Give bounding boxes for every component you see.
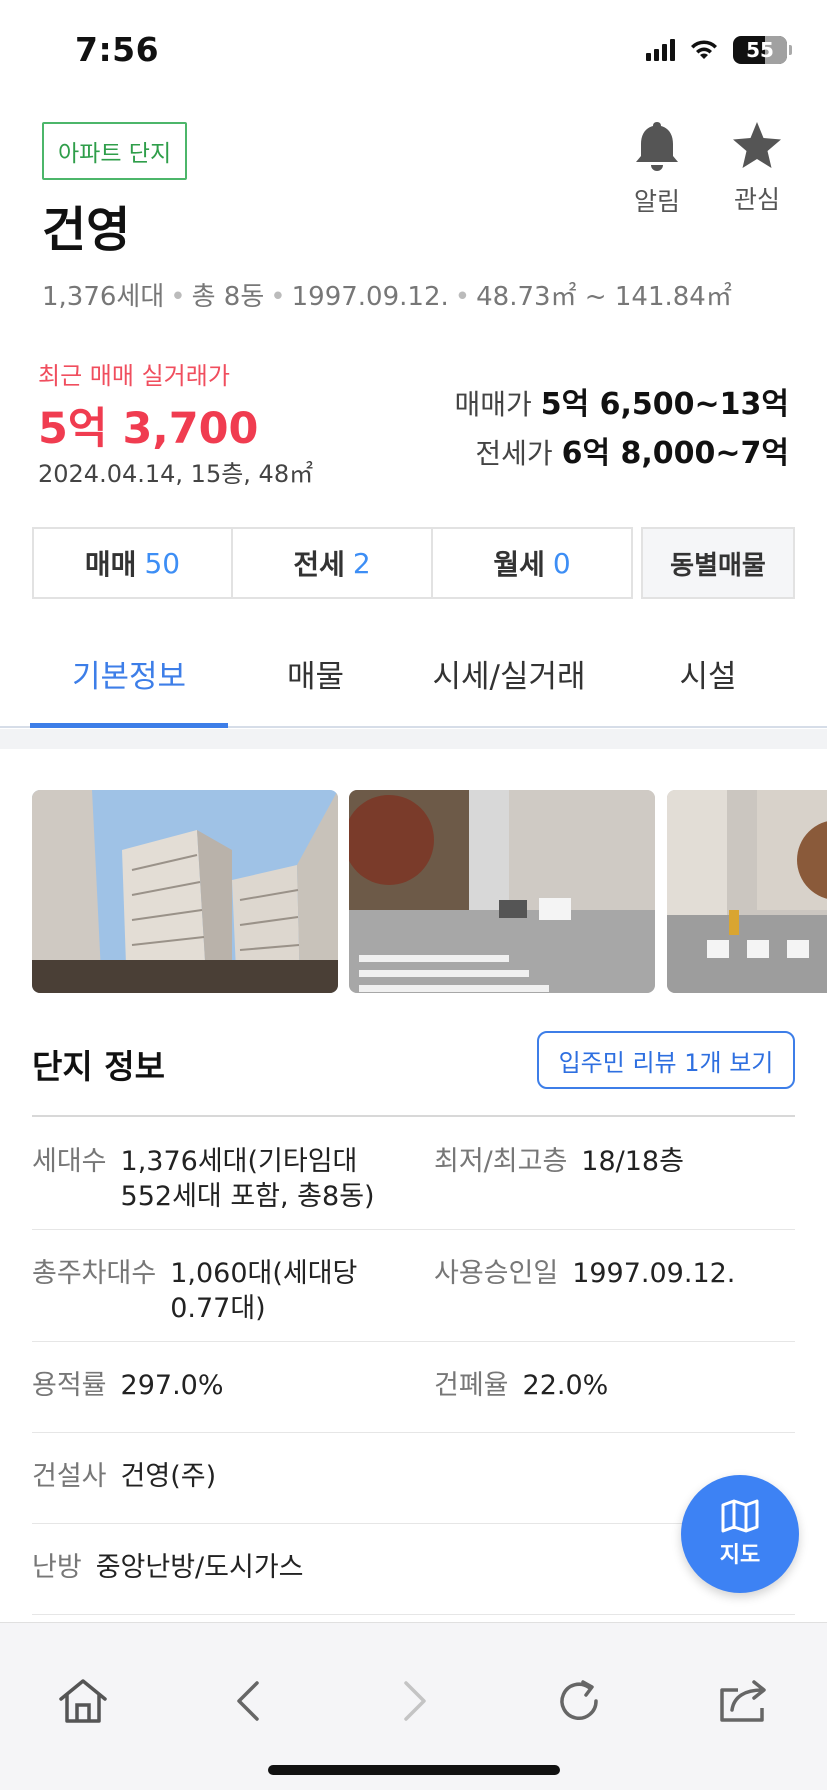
divider	[32, 1115, 795, 1117]
complex-photo[interactable]	[32, 790, 338, 993]
meta-buildings: 총 8동	[191, 282, 265, 312]
section-separator	[0, 729, 827, 749]
info-value: 297.0%	[120, 1370, 224, 1401]
info-heating: 난방 중앙난방/도시가스	[32, 1550, 632, 1585]
tab-listings[interactable]: 매물	[228, 620, 403, 726]
alarm-button[interactable]: 알림	[612, 120, 702, 218]
section-title-complex-info: 단지 정보	[32, 1047, 165, 1086]
share-button[interactable]	[709, 1671, 779, 1731]
battery-level: 55	[746, 38, 774, 62]
building-listing-button[interactable]: 동별매물	[641, 527, 795, 599]
divider	[32, 1523, 795, 1524]
info-label: 난방	[32, 1552, 82, 1583]
info-floor-area-ratio: 용적률 297.0%	[32, 1368, 412, 1403]
info-value: 중앙난방/도시가스	[95, 1552, 304, 1583]
favorite-button[interactable]: 관심	[712, 120, 802, 216]
tab-price-trades[interactable]: 시세/실거래	[403, 620, 615, 726]
listing-tab-sale[interactable]: 매매 50	[32, 527, 233, 599]
share-icon	[720, 1680, 766, 1722]
jeonse-price-range: 전세가 6억 8,000~7억	[475, 436, 789, 471]
complex-meta: 1,376세대 • 총 8동 • 1997.09.12. • 48.73㎡ ~ 141.84…	[42, 282, 732, 312]
recent-trade-label: 최근 매매 실거래가	[38, 362, 230, 390]
cellular-signal-icon	[646, 39, 675, 61]
divider	[32, 1229, 795, 1230]
listing-type-tabs: 매매 50 전세 2 월세 0 동별매물	[32, 527, 795, 599]
tab-facilities[interactable]: 시설	[615, 620, 801, 726]
info-value: 1997.09.12.	[572, 1258, 736, 1289]
info-parking: 총주차대수 1,060대(세대당 0.77대)	[32, 1256, 392, 1326]
alarm-label: 알림	[633, 187, 680, 216]
bell-icon	[636, 122, 678, 171]
home-button[interactable]	[48, 1671, 118, 1731]
info-label: 세대수	[32, 1146, 107, 1177]
main-tabs: 기본정보 매물 시세/실거래 시설	[0, 620, 827, 728]
info-label: 총주차대수	[32, 1258, 157, 1289]
chevron-right-icon	[404, 1681, 426, 1721]
listing-count: 0	[552, 546, 571, 580]
info-households: 세대수 1,376세대(기타임대 552세대 포함, 총8동)	[32, 1144, 412, 1214]
meta-approval-date: 1997.09.12.	[291, 282, 449, 312]
info-label: 건설사	[32, 1461, 107, 1492]
browser-toolbar	[0, 1622, 827, 1790]
listing-count: 50	[144, 546, 181, 580]
complex-photo[interactable]	[667, 790, 827, 993]
complex-type-badge: 아파트 단지	[42, 122, 188, 180]
status-bar: 7:56 55	[0, 0, 827, 100]
listing-tab-monthly[interactable]: 월세 0	[431, 527, 633, 599]
favorite-label: 관심	[733, 185, 780, 214]
info-floors: 최저/최고층 18/18층	[434, 1144, 794, 1179]
reload-icon	[560, 1680, 598, 1720]
complex-photo[interactable]	[349, 790, 655, 993]
info-label: 사용승인일	[434, 1258, 559, 1289]
info-label: 최저/최고층	[434, 1146, 568, 1177]
map-icon	[721, 1499, 759, 1533]
chevron-left-icon	[237, 1681, 259, 1721]
sale-price-range: 매매가 5억 6,500~13억	[454, 387, 789, 422]
recent-trade-price: 5억 3,700	[38, 404, 259, 454]
back-button[interactable]	[213, 1671, 283, 1731]
meta-area-range: 48.73㎡ ~ 141.84㎡	[476, 282, 732, 312]
listing-count: 2	[352, 546, 371, 580]
wifi-icon	[691, 40, 717, 59]
reload-button[interactable]	[544, 1671, 614, 1731]
battery-icon: 55	[733, 36, 792, 64]
info-value: 건영(주)	[120, 1461, 217, 1492]
complex-name: 건영	[42, 202, 131, 258]
listing-tab-jeonse[interactable]: 전세 2	[231, 527, 433, 599]
resident-review-button[interactable]: 입주민 리뷰 1개 보기	[537, 1031, 795, 1089]
divider	[32, 1614, 795, 1615]
info-approval-date: 사용승인일 1997.09.12.	[434, 1256, 794, 1291]
home-icon	[59, 1679, 107, 1723]
status-time: 7:56	[75, 30, 160, 69]
tab-basic-info[interactable]: 기본정보	[30, 620, 228, 728]
map-label: 지도	[719, 1543, 761, 1568]
home-indicator	[268, 1765, 560, 1775]
info-value: 1,060대(세대당 0.77대)	[170, 1258, 358, 1324]
info-builder: 건설사 건영(주)	[32, 1459, 632, 1494]
divider	[32, 1432, 795, 1433]
map-button[interactable]: 지도	[681, 1475, 799, 1593]
recent-trade-detail: 2024.04.14, 15층, 48㎡	[38, 460, 314, 488]
meta-households: 1,376세대	[42, 282, 165, 312]
info-label: 건폐율	[434, 1370, 509, 1401]
info-label: 용적률	[32, 1370, 107, 1401]
info-value: 1,376세대(기타임대 552세대 포함, 총8동)	[120, 1146, 375, 1212]
divider	[32, 1341, 795, 1342]
info-value: 22.0%	[522, 1370, 609, 1401]
forward-button[interactable]	[380, 1671, 450, 1731]
status-icons: 55	[646, 36, 792, 64]
star-icon	[733, 122, 781, 168]
price-range: 매매가 5억 6,500~13억 전세가 6억 8,000~7억	[455, 380, 789, 478]
info-value: 18/18층	[581, 1146, 684, 1177]
info-building-coverage: 건폐율 22.0%	[434, 1368, 794, 1403]
